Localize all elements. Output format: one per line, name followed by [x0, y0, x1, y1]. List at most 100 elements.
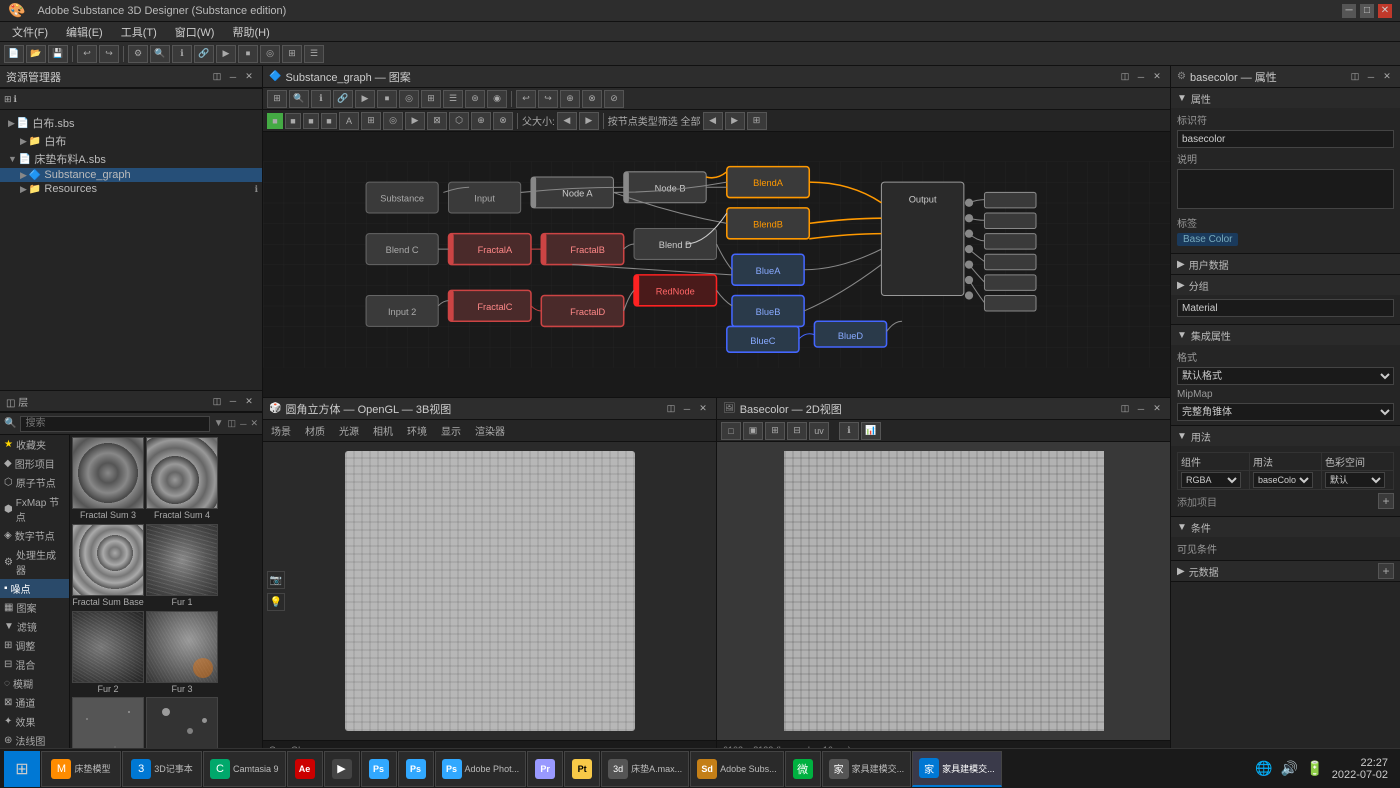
- format-select[interactable]: 默认格式: [1177, 367, 1394, 385]
- cat-fxmap[interactable]: ⬢ FxMap 节点: [0, 492, 69, 526]
- metadata-add-button[interactable]: +: [1378, 563, 1394, 579]
- taskbar-app-photoshop[interactable]: Ps Adobe Phot...: [435, 751, 527, 787]
- gs-tool8[interactable]: ▶: [405, 112, 425, 130]
- vp-tab-display[interactable]: 显示: [437, 421, 465, 440]
- tree-item-resources[interactable]: ▶ 📁 Resources ℹ: [0, 182, 262, 196]
- tree-item-babu[interactable]: ▶ 📄 白布.sbs: [0, 114, 262, 132]
- lib-item-fractal4[interactable]: Fractal Sum 4: [146, 437, 218, 522]
- tool6[interactable]: ⏹: [238, 45, 258, 63]
- gs-tool7[interactable]: ◎: [383, 112, 403, 130]
- filter-icon[interactable]: ▼: [214, 418, 224, 429]
- gs-tool9[interactable]: ⊠: [427, 112, 447, 130]
- tool9[interactable]: ☰: [304, 45, 324, 63]
- library-ctrl3[interactable]: ✕: [250, 418, 258, 429]
- cat-digital[interactable]: ◈ 数字节点: [0, 526, 69, 545]
- vp3d-ctrl2[interactable]: ─: [680, 402, 694, 416]
- add-item-button[interactable]: +: [1378, 493, 1394, 509]
- graph-ctrl3[interactable]: ✕: [1150, 70, 1164, 84]
- lib-item-fur1[interactable]: Fur 1: [146, 524, 218, 609]
- viewport-3d-canvas[interactable]: 📷 💡: [263, 442, 716, 740]
- cat-channel[interactable]: ⊠ 通道: [0, 693, 69, 712]
- gs-tool6[interactable]: ⊞: [361, 112, 381, 130]
- save-button[interactable]: 💾: [48, 45, 68, 63]
- minimize-button[interactable]: ─: [1342, 4, 1356, 18]
- lib-item-fur3[interactable]: Fur 3: [146, 611, 218, 696]
- tool7[interactable]: ◎: [260, 45, 280, 63]
- menu-help[interactable]: 帮助(H): [224, 22, 277, 42]
- gs-filter-right[interactable]: ▶: [725, 112, 745, 130]
- vp-tab-material[interactable]: 材质: [301, 421, 329, 440]
- vp-tab-light[interactable]: 光源: [335, 421, 363, 440]
- gs-tool2[interactable]: ■: [285, 113, 301, 129]
- graph-tool2[interactable]: 🔍: [289, 90, 309, 108]
- taskbar-app-furniture1[interactable]: 家 家具建模交...: [822, 751, 912, 787]
- redo-button[interactable]: ↪: [99, 45, 119, 63]
- layers-icon3[interactable]: ✕: [242, 394, 256, 408]
- graph-canvas[interactable]: Substance Input Node A Node B: [263, 132, 1170, 397]
- open-button[interactable]: 📂: [26, 45, 46, 63]
- lib-item-fur2[interactable]: Fur 2: [72, 611, 144, 696]
- graph-tool9[interactable]: ☰: [443, 90, 463, 108]
- taskbar-app-pr[interactable]: Pr: [527, 751, 563, 787]
- tool4[interactable]: 🔗: [194, 45, 214, 63]
- gs-size-left[interactable]: ◀: [557, 112, 577, 130]
- collection-header[interactable]: ▼ 集成属性: [1171, 325, 1400, 345]
- cat-adjust[interactable]: ⊞ 调整: [0, 636, 69, 655]
- menu-file[interactable]: 文件(F): [4, 22, 56, 42]
- graph-tool4[interactable]: 🔗: [333, 90, 353, 108]
- library-ctrl1[interactable]: ◫: [228, 418, 237, 429]
- vp3d-ctrl1[interactable]: ◫: [664, 402, 678, 416]
- taskbar-app-wechat[interactable]: 微: [785, 751, 821, 787]
- props-ctrl2[interactable]: ─: [1364, 70, 1378, 84]
- gs-tool1[interactable]: ■: [267, 113, 283, 129]
- vp2d-ctrl3[interactable]: ✕: [1150, 402, 1164, 416]
- tool8[interactable]: ⊞: [282, 45, 302, 63]
- metadata-header[interactable]: ▶ 元数据 +: [1171, 561, 1400, 581]
- v2d-tool1[interactable]: □: [721, 422, 741, 440]
- gs-tool3[interactable]: ■: [303, 113, 319, 129]
- search-input[interactable]: [20, 416, 209, 432]
- props-ctrl1[interactable]: ◫: [1348, 70, 1362, 84]
- maximize-button[interactable]: □: [1360, 4, 1374, 18]
- vp3d-side-icon2[interactable]: 💡: [267, 593, 285, 611]
- taskbar-app-pt[interactable]: Pt: [564, 751, 600, 787]
- taskbar-app-ps2[interactable]: Ps: [398, 751, 434, 787]
- cat-generators[interactable]: ⚙ 处理生成器: [0, 545, 69, 579]
- cat-filters[interactable]: ▼ 滤镜: [0, 617, 69, 636]
- window-controls[interactable]: ─ □ ✕: [1342, 4, 1392, 18]
- undo-button[interactable]: ↩: [77, 45, 97, 63]
- graph-tool6[interactable]: ⏹: [377, 90, 397, 108]
- tool5[interactable]: ▶: [216, 45, 236, 63]
- vp-tab-scene[interactable]: 场景: [267, 421, 295, 440]
- lib-item-fractalbase[interactable]: Fractal Sum Base: [72, 524, 144, 609]
- graph-ctrl1[interactable]: ◫: [1118, 70, 1132, 84]
- usage-rgba-select[interactable]: RGBA: [1181, 472, 1241, 488]
- graph-tool3[interactable]: ℹ: [311, 90, 331, 108]
- library-ctrl2[interactable]: ─: [240, 419, 246, 429]
- vp3d-side-icon1[interactable]: 📷: [267, 571, 285, 589]
- vp2d-ctrl2[interactable]: ─: [1134, 402, 1148, 416]
- taskbar-app-furniture2[interactable]: 家 家具建模交...: [912, 751, 1002, 787]
- group-input[interactable]: [1177, 299, 1394, 317]
- userdata-header[interactable]: ▶ 用户数据: [1171, 254, 1400, 274]
- graph-ctrl2[interactable]: ─: [1134, 70, 1148, 84]
- viewport-2d-canvas[interactable]: [717, 442, 1170, 740]
- vp3d-ctrl3[interactable]: ✕: [696, 402, 710, 416]
- cat-effects[interactable]: ✦ 效果: [0, 712, 69, 731]
- attributes-header[interactable]: ▼ 属性: [1171, 88, 1400, 108]
- v2d-chart[interactable]: 📊: [861, 422, 881, 440]
- usage-colorspace-select[interactable]: 默认: [1325, 472, 1385, 488]
- graph-tool13[interactable]: ↪: [538, 90, 558, 108]
- resource-close[interactable]: ✕: [242, 70, 256, 84]
- menu-window[interactable]: 窗口(W): [167, 22, 223, 42]
- cat-favorites[interactable]: ★ 收藏夹: [0, 435, 69, 454]
- vp-tab-render[interactable]: 渲染器: [471, 421, 509, 440]
- taskbar-app-substance-designer[interactable]: Sd Adobe Subs...: [690, 751, 784, 787]
- gs-tool11[interactable]: ⊕: [471, 112, 491, 130]
- graph-tool8[interactable]: ⊞: [421, 90, 441, 108]
- graph-tool10[interactable]: ⊛: [465, 90, 485, 108]
- vp-tab-env[interactable]: 环境: [403, 421, 431, 440]
- taskbar-app-mattress[interactable]: M 床垫模型: [41, 751, 121, 787]
- menu-edit[interactable]: 编辑(E): [58, 22, 111, 42]
- gs-size-right[interactable]: ▶: [579, 112, 599, 130]
